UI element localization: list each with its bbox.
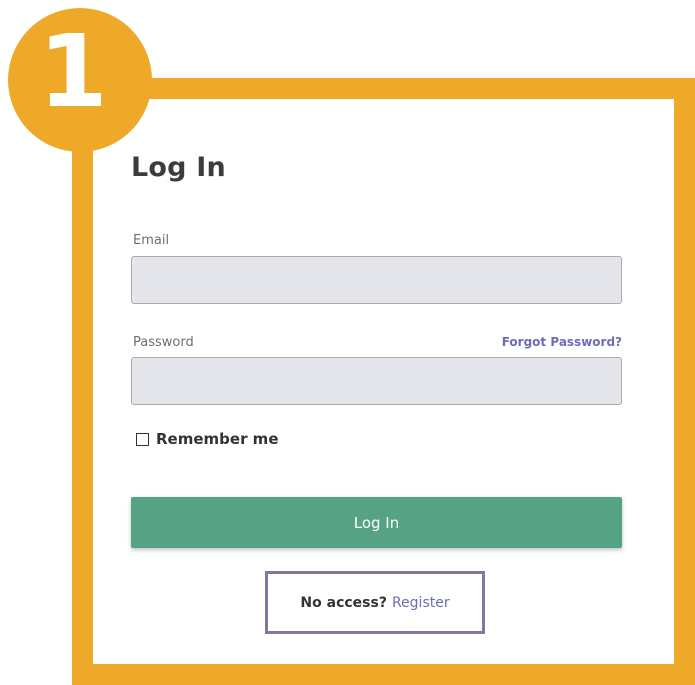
no-access-text: No access?	[300, 594, 387, 611]
remember-me-checkbox[interactable]	[136, 432, 149, 446]
register-link[interactable]: Register	[392, 595, 450, 611]
step-badge: 1	[8, 8, 152, 152]
step-number: 1	[38, 13, 108, 130]
email-label: Email	[133, 233, 170, 248]
email-input[interactable]	[131, 256, 622, 304]
register-highlight-box: No access? Register	[265, 571, 485, 634]
login-button[interactable]: Log In	[131, 497, 622, 548]
remember-me-row[interactable]: Remember me	[136, 430, 279, 448]
remember-me-label: Remember me	[156, 430, 279, 448]
forgot-password-link[interactable]: Forgot Password?	[502, 335, 622, 349]
password-label: Password	[133, 335, 194, 350]
page-title: Log In	[131, 152, 226, 183]
password-input[interactable]	[131, 357, 622, 405]
